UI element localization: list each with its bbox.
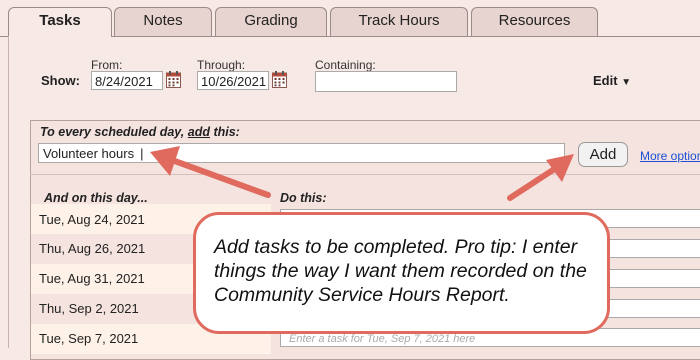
arrow-to-add-head [546,154,574,182]
arrow-to-input [169,157,271,198]
callout-text: Add tasks to be completed. Pro tip: I en… [214,236,587,306]
arrow-to-add [507,165,559,201]
annotation-callout: Add tasks to be completed. Pro tip: I en… [193,212,610,334]
